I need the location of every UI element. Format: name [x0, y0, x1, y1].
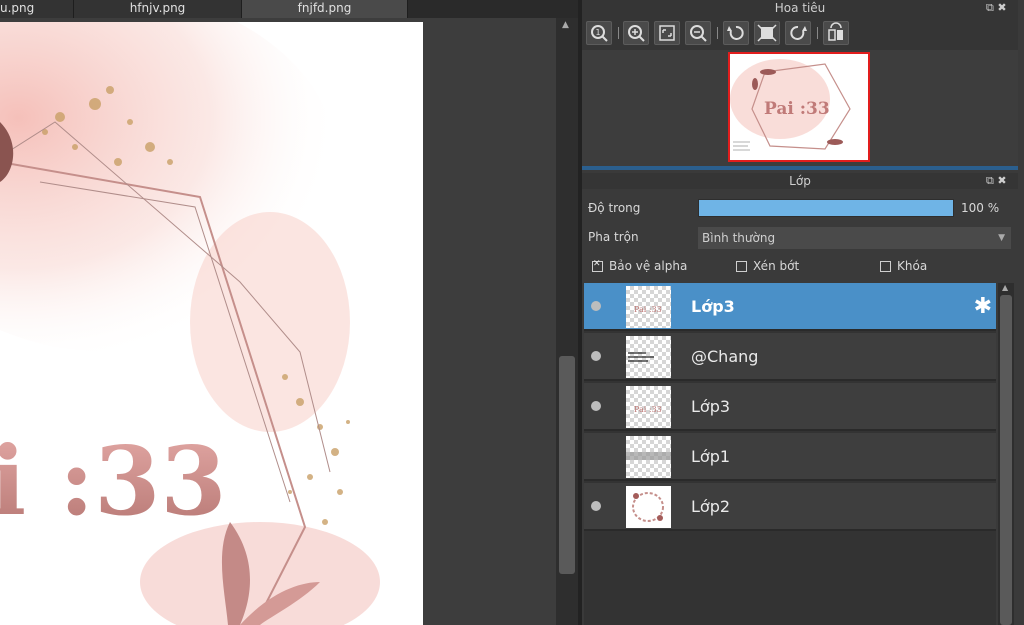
chevron-down-icon: ▼	[998, 233, 1005, 243]
navigator-preview: Pai :33	[730, 54, 868, 160]
layer-thumb-art	[632, 492, 664, 522]
tab-label: fnjfd.png	[297, 1, 352, 15]
tab-image-3[interactable]: fnjfd.png	[242, 0, 408, 18]
toolbar-separator	[817, 27, 818, 39]
watercolor-wash-right	[190, 212, 350, 432]
opacity-row: Độ trong 100 % Pha trộn Bình thường ▼	[582, 192, 1018, 249]
navigator-view[interactable]: Pai :33	[582, 50, 1018, 166]
zoom-actual-icon: 1	[591, 25, 608, 42]
scrollbar-thumb[interactable]	[1000, 295, 1012, 625]
layer-list-scrollbar[interactable]: ▲	[998, 283, 1014, 625]
layers-window-controls[interactable]: ⧉ ✖	[986, 173, 1007, 189]
checkbox-label: Xén bớt	[753, 259, 800, 273]
blend-mode-select[interactable]: Bình thường ▼	[698, 227, 1011, 249]
navigator-title: Hoa tiêu	[582, 0, 1018, 16]
blend-label: Pha trộn	[588, 230, 639, 244]
navigator-toolbar: 1	[582, 16, 1018, 50]
layer-thumbnail	[626, 336, 671, 378]
scroll-up-icon[interactable]: ▲	[562, 20, 569, 30]
toolbar-separator	[717, 27, 718, 39]
image-canvas[interactable]: i :33	[0, 22, 423, 625]
artwork-text: i :33	[0, 426, 226, 537]
rotate-right-icon	[790, 25, 807, 40]
opacity-slider-fill	[699, 200, 953, 216]
clip-checkbox[interactable]: Xén bớt	[736, 259, 799, 273]
layer-thumb-art: Pai :33	[634, 405, 662, 414]
zoom-actual-button[interactable]: 1	[586, 21, 612, 45]
checkbox-box	[592, 259, 603, 272]
fit-screen-icon	[659, 25, 675, 41]
flip-button[interactable]	[823, 21, 849, 45]
layer-row[interactable]: Lớp2	[584, 483, 996, 531]
layer-thumb-art: Pai :33	[634, 305, 662, 314]
svg-text:Pai :33: Pai :33	[634, 305, 662, 314]
visibility-toggle[interactable]	[591, 301, 601, 311]
fit-screen-button[interactable]	[654, 21, 680, 45]
gear-icon[interactable]: ✱	[974, 294, 992, 319]
layer-row[interactable]: @Chang	[584, 333, 996, 381]
toolbar-separator	[618, 27, 619, 39]
visibility-toggle[interactable]	[591, 401, 601, 411]
scrollbar-thumb[interactable]	[559, 356, 575, 574]
navigator-thumbnail[interactable]: Pai :33	[728, 52, 870, 162]
layer-row[interactable]: Pai :33 Lớp3	[584, 383, 996, 431]
layer-row[interactable]: Pai :33 Lớp3 ✱	[584, 283, 996, 331]
zoom-in-button[interactable]	[623, 21, 649, 45]
alpha-protect-checkbox[interactable]: Bảo vệ alpha	[592, 259, 687, 273]
zoom-out-icon	[690, 25, 707, 42]
flip-icon	[828, 22, 843, 41]
layers-title-text: Lớp	[789, 174, 811, 188]
artwork-illustration: i :33	[0, 22, 380, 625]
checkbox-label: Khóa	[897, 259, 928, 273]
reset-view-button[interactable]	[754, 21, 780, 45]
layer-thumbnail: Pai :33	[626, 286, 671, 328]
layer-thumbnail: Pai :33	[626, 386, 671, 428]
checkbox-box	[880, 260, 891, 272]
tab-bar: u.png hfnjv.png fnjfd.png	[0, 0, 580, 18]
svg-text:Pai :33: Pai :33	[634, 405, 662, 414]
scroll-up-icon[interactable]: ▲	[1002, 283, 1008, 292]
opacity-label: Độ trong	[588, 201, 641, 215]
zoom-out-button[interactable]	[685, 21, 711, 45]
navigator-window-controls[interactable]: ⧉ ✖	[986, 0, 1007, 16]
tab-image-1[interactable]: u.png	[0, 0, 74, 18]
canvas-area[interactable]: i :33	[0, 18, 556, 625]
opacity-slider[interactable]	[698, 199, 954, 217]
layer-name: @Chang	[691, 347, 759, 366]
layer-thumbnail	[626, 436, 671, 478]
layer-name: Lớp1	[691, 447, 731, 466]
layer-name: Lớp3	[691, 397, 731, 416]
layer-name: Lớp2	[691, 497, 731, 516]
layer-name: Lớp3	[691, 297, 735, 316]
visibility-toggle[interactable]	[591, 351, 601, 361]
tab-image-2[interactable]: hfnjv.png	[74, 0, 242, 18]
rotate-left-button[interactable]	[723, 21, 749, 45]
rotate-right-button[interactable]	[785, 21, 811, 45]
layer-list: Pai :33 Lớp3 ✱ @Chang Pai :33 Lớp3 Lớp1 …	[584, 283, 996, 625]
blend-mode-value: Bình thường	[702, 231, 776, 245]
tab-label: u.png	[0, 1, 35, 15]
tab-label: hfnjv.png	[129, 1, 186, 15]
layer-thumb-art	[628, 352, 654, 362]
svg-text:1: 1	[596, 28, 601, 37]
reset-view-icon	[757, 24, 777, 42]
layer-thumb-art	[626, 452, 671, 460]
layer-thumbnail	[626, 486, 671, 528]
checkbox-label: Bảo vệ alpha	[609, 259, 688, 273]
canvas-scrollbar[interactable]: ▲	[556, 18, 578, 625]
opacity-value: 100 %	[961, 201, 1000, 215]
lock-checkbox[interactable]: Khóa	[880, 259, 927, 273]
zoom-in-icon	[628, 25, 645, 42]
checkbox-box	[736, 260, 747, 272]
rotate-left-icon	[727, 25, 744, 40]
navigator-preview-text: Pai :33	[764, 99, 830, 119]
layers-title: Lớp	[582, 173, 1018, 189]
navigator-title-text: Hoa tiêu	[774, 1, 826, 15]
visibility-toggle[interactable]	[591, 501, 601, 511]
panel-separator	[582, 166, 1018, 170]
layer-row[interactable]: Lớp1	[584, 433, 996, 481]
